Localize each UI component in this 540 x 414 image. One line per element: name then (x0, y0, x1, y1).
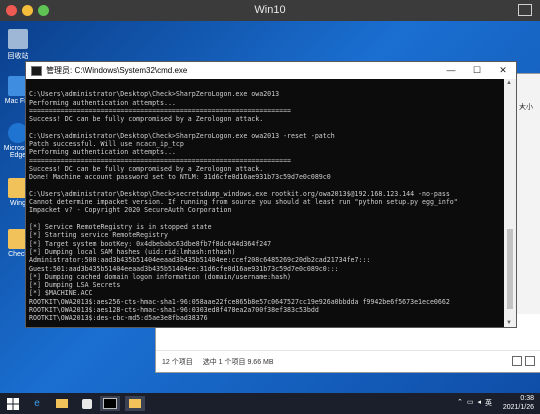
edge-taskbar-icon[interactable]: e (30, 396, 44, 411)
recycle-bin-icon (8, 29, 28, 49)
volume-icon[interactable]: ◂ (477, 398, 481, 408)
item-count: 12 个项目 (162, 358, 193, 366)
system-tray: ⌃ ▭ ◂ 英 (457, 398, 492, 408)
maximize-button[interactable]: ☐ (464, 62, 490, 79)
console-line: Patch successful. Will use ncacn_ip_tcp (29, 140, 184, 149)
console-line: ROOTKIT\OWA2013$:aes128-cts-hmac-sha1-96… (29, 306, 319, 315)
console-line: ========================================… (29, 156, 292, 165)
folder-taskbar-icon[interactable] (125, 396, 145, 411)
clock-time: 0:38 (520, 395, 534, 402)
cmd-window: 管理员: C:\Windows\System32\cmd.exe — ☐ ✕ C… (25, 61, 517, 328)
console-line: Success! DC can be fully compromised by … (29, 164, 264, 173)
console-line: C:\Users\administrator\Desktop\Check>Sha… (29, 131, 335, 140)
console-line: Cannot determine impacket version. If ru… (29, 198, 458, 207)
console-line: Performing authentication attempts... (29, 148, 176, 157)
desktop-icon-recycle-bin[interactable]: 回收站 (2, 29, 34, 61)
desktop: 回收站 Mac File Microsoft Edge Wing Check ⌄… (0, 21, 540, 393)
network-icon[interactable]: ▭ (467, 398, 474, 408)
cmd-taskbar-icon[interactable] (100, 396, 120, 411)
console-line: Success! DC can be fully compromised by … (29, 115, 264, 124)
console-line: ========================================… (29, 106, 292, 115)
scrollbar[interactable]: ▲ ▼ (504, 79, 516, 327)
console-line: [*] Dumping cached domain logon informat… (29, 272, 292, 281)
console-line: [*] Dumping LSA Secrets (29, 281, 121, 290)
console-line: Administrator:500:aad3b435b51404eeaad3b4… (29, 256, 371, 265)
scroll-up-icon[interactable]: ▲ (506, 80, 512, 86)
close-button[interactable]: ✕ (490, 62, 516, 79)
details-view-icon[interactable] (512, 356, 522, 366)
view-toggle (512, 356, 535, 366)
console-line: Done! Machine account password set to NT… (29, 173, 331, 182)
security-taskbar-icon[interactable] (80, 396, 94, 411)
console-line: ROOTKIT\OWA2013$:aes256-cts-hmac-sha1-96… (29, 297, 450, 306)
vm-title: Win10 (254, 4, 286, 16)
console-output[interactable]: C:\Users\administrator\Desktop\Check>Sha… (29, 82, 501, 324)
clock-date: 2021/1/26 (502, 404, 534, 411)
console-line: C:\Users\administrator\Desktop\Check>sec… (29, 189, 450, 198)
console-line: Impacket v? - Copyright 2020 SecureAuth … (29, 206, 232, 215)
file-explorer-taskbar-icon[interactable] (55, 396, 69, 411)
cmd-icon (31, 65, 42, 76)
console-line: Performing authentication attempts... (29, 98, 176, 107)
console-line: ROOTKIT\OWA2013$:des-cbc-md5:d5ae3e8fbad… (29, 314, 208, 323)
explorer-status-bar: 12 个项目 选中 1 个项目 9.66 MB (156, 350, 540, 372)
vm-title-bar: Win10 (0, 0, 540, 21)
windows-start-icon[interactable] (6, 396, 20, 411)
chevron-up-icon[interactable]: ⌃ (457, 398, 463, 408)
taskbar: e ⌃ ▭ ◂ 英 0:38 2021/1/26 (0, 393, 540, 414)
size-column-header[interactable]: 大小 (519, 102, 533, 112)
cmd-title-bar: 管理员: C:\Windows\System32\cmd.exe — ☐ ✕ (26, 62, 516, 79)
desktop-icon-label: 回收站 (7, 53, 29, 60)
console-line: [*] $MACHINE.ACC (29, 289, 93, 298)
console-line: [*] Starting service RemoteRegistry (29, 231, 168, 240)
minimize-button[interactable]: — (438, 62, 464, 79)
cmd-title: 管理员: C:\Windows\System32\cmd.exe (46, 66, 188, 75)
ime-indicator[interactable]: 英 (485, 398, 492, 408)
console-line: [*] Service RemoteRegistry is in stopped… (29, 223, 212, 232)
console-line: [*] Dumping local SAM hashes (uid:rid:lm… (29, 247, 236, 256)
large-icons-view-icon[interactable] (525, 356, 535, 366)
scrollbar-thumb[interactable] (507, 229, 513, 309)
selection-info: 选中 1 个项目 9.66 MB (202, 358, 274, 366)
cmd-window-controls: — ☐ ✕ (438, 62, 516, 79)
console-line: Guest:501:aad3b435b51404eeaad3b435b51404… (29, 264, 339, 273)
console-line: [*] Target system bootKey: 0x4dbebabc63d… (29, 239, 272, 248)
scroll-down-icon[interactable]: ▼ (506, 320, 512, 326)
console-line: C:\Users\administrator\Desktop\Check>Sha… (29, 90, 280, 99)
restore-icon[interactable] (518, 4, 532, 16)
clock[interactable]: 0:38 2021/1/26 (503, 394, 534, 412)
